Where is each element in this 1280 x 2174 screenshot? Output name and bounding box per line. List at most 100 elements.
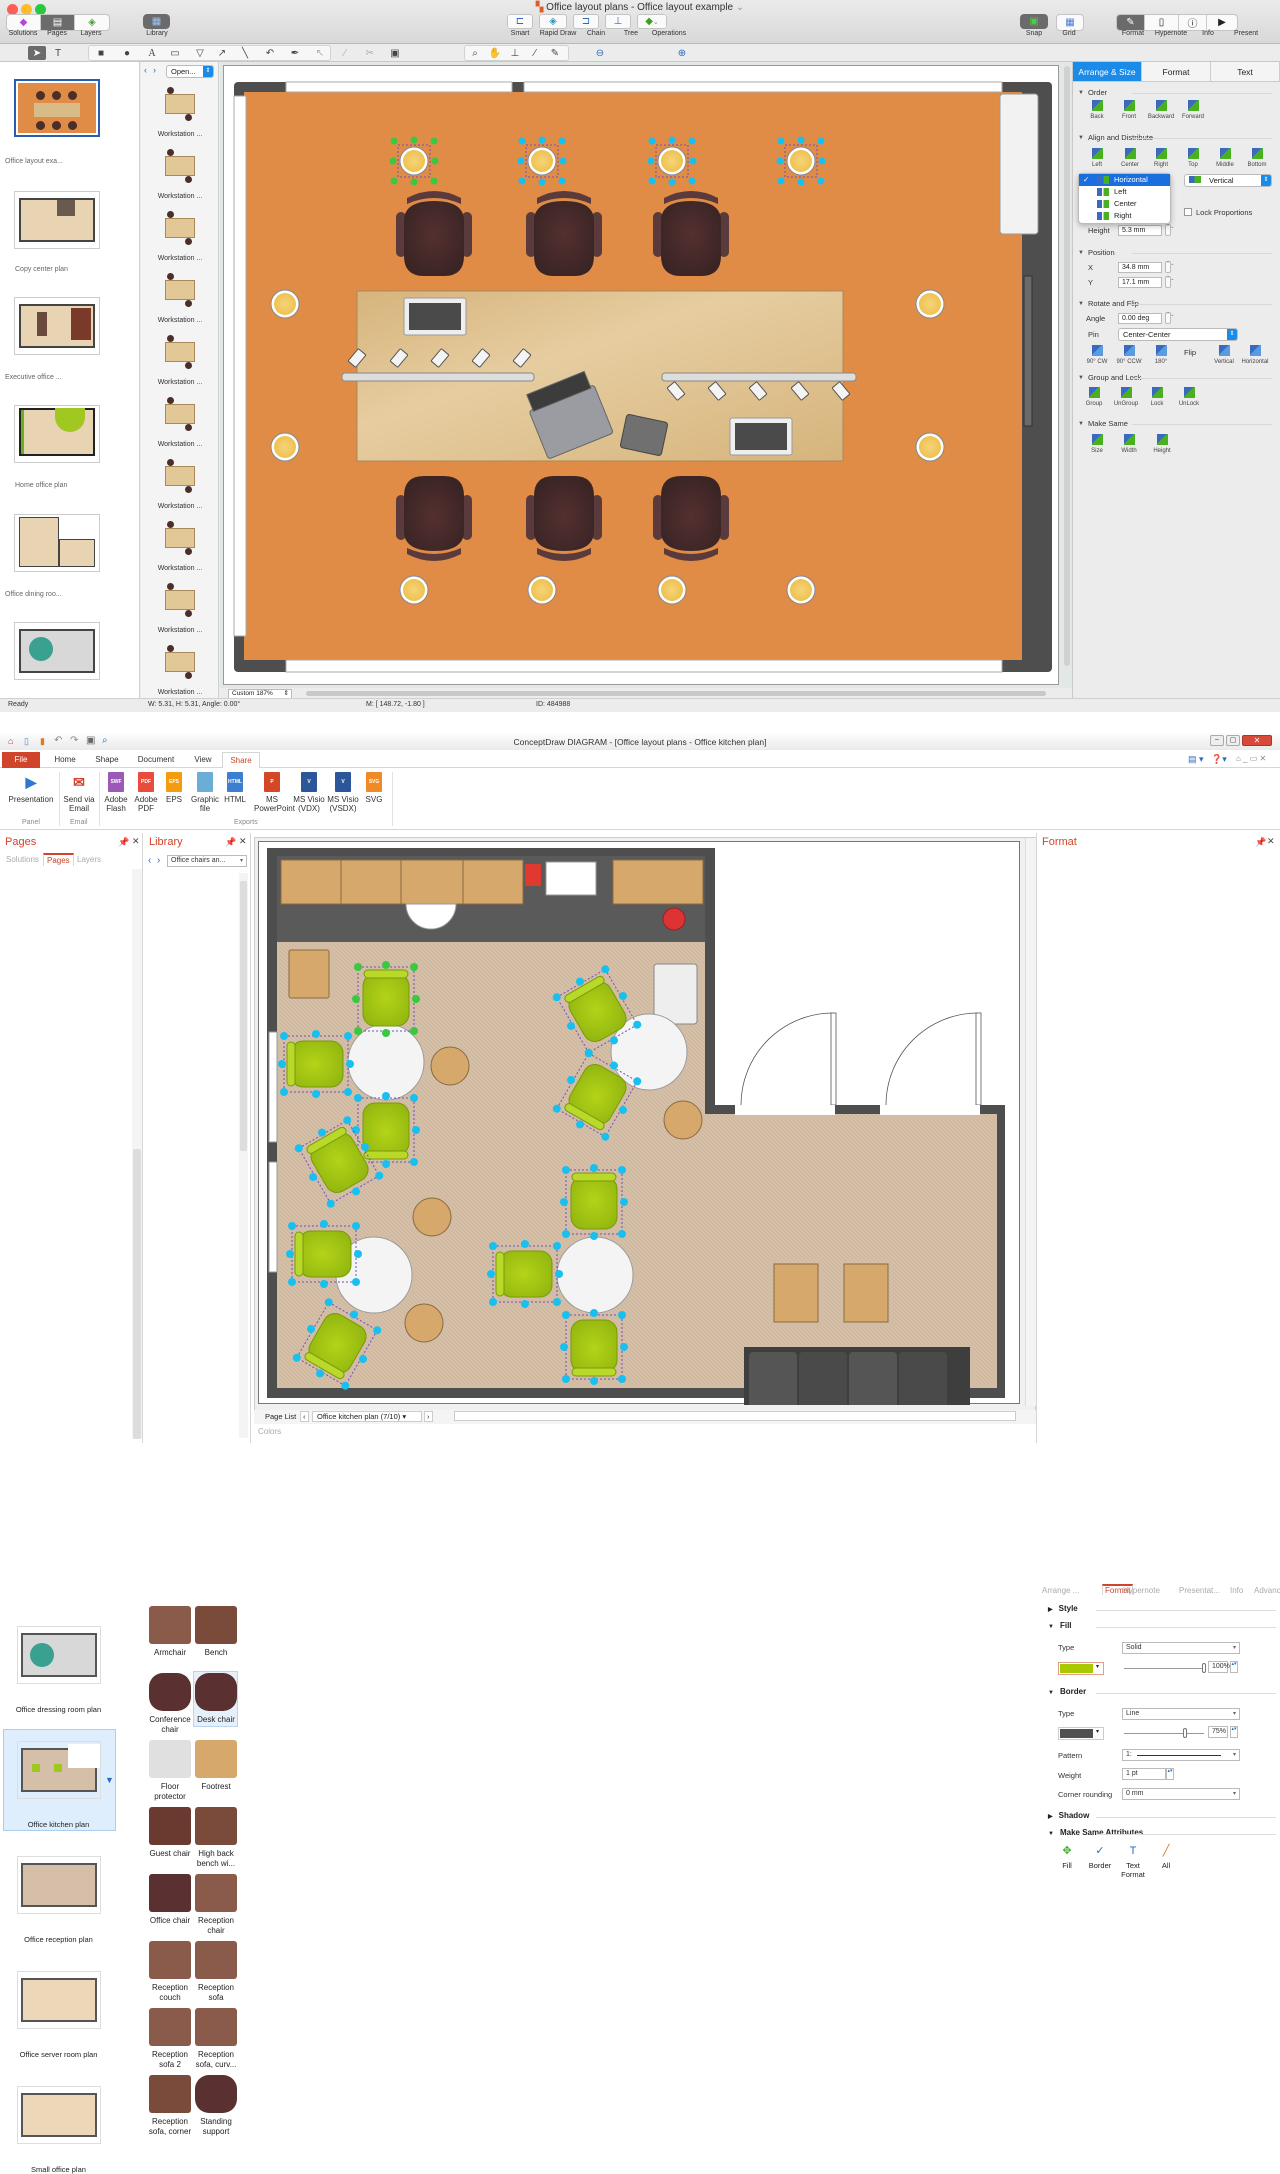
rectangle-tool[interactable]: ■ — [92, 46, 110, 60]
back-button[interactable]: Back — [1079, 100, 1115, 120]
reception-sofa-shape-icon[interactable] — [195, 1941, 237, 1979]
fill-type-select[interactable]: Solid ▾ — [1122, 1642, 1240, 1654]
rapid-draw-button[interactable]: ◈ — [539, 14, 567, 29]
selection-handle[interactable] — [312, 1030, 320, 1038]
selection-handle[interactable] — [389, 157, 397, 165]
hand-tool[interactable]: ✋ — [486, 46, 504, 60]
drawing-page[interactable] — [223, 65, 1059, 685]
format-painter-tool[interactable]: ✎ — [546, 46, 564, 60]
format-button[interactable]: ✎ — [1117, 15, 1145, 30]
selection-handle[interactable] — [555, 1270, 563, 1278]
arc-tool[interactable]: ↶ — [261, 46, 279, 60]
height-button[interactable]: Height — [1144, 434, 1180, 454]
workstation-shape-icon[interactable] — [159, 208, 201, 248]
y-input[interactable]: 17.1 mm — [1118, 277, 1162, 288]
tab-solutions[interactable]: Solutions — [6, 855, 39, 864]
selection-handle[interactable] — [430, 177, 438, 185]
workstation-shape-icon[interactable] — [159, 642, 201, 682]
selection-handle[interactable] — [559, 157, 567, 165]
page-thumbnail-dressing-room[interactable] — [14, 622, 100, 680]
y-stepper[interactable]: ⌃⌄ — [1165, 276, 1174, 288]
front-button[interactable]: Front — [1111, 100, 1147, 120]
export-ms-visio-vsdx--button[interactable]: V MS Visio (VSDX) — [326, 772, 360, 813]
selection-handle[interactable] — [668, 178, 676, 186]
width-button[interactable]: Width — [1111, 434, 1147, 454]
ceiling-lamp[interactable] — [270, 289, 300, 319]
solutions-button[interactable]: ◆ — [7, 15, 41, 30]
tab-file[interactable]: File — [2, 752, 40, 768]
section-order[interactable]: ▼ Order — [1078, 88, 1107, 97]
tab-format[interactable]: Format — [1142, 62, 1211, 81]
lock-button[interactable]: Lock — [1139, 387, 1175, 407]
library-scrollbar[interactable] — [239, 873, 248, 1438]
close-panel-icon[interactable]: ✕ — [239, 836, 247, 847]
selection-handle[interactable] — [320, 1280, 328, 1288]
arrow-tool[interactable]: ↗ — [213, 46, 231, 60]
selection-handle[interactable] — [410, 1094, 418, 1102]
office-chair[interactable] — [396, 476, 472, 561]
page-thumbnail-home-office[interactable] — [14, 405, 100, 463]
desk-chair-shape-icon[interactable] — [195, 1673, 237, 1711]
tab-view[interactable]: View — [188, 752, 218, 768]
library-forward-button[interactable]: › — [153, 65, 156, 75]
section-position[interactable]: ▼ Position — [1078, 248, 1115, 257]
selection-handle[interactable] — [354, 1250, 362, 1258]
page-thumbnail[interactable] — [17, 1856, 101, 1914]
selection-handle[interactable] — [352, 995, 360, 1003]
make-same-all-button[interactable]: ╱ All — [1151, 1846, 1181, 1871]
fill-opacity-slider-thumb[interactable] — [1202, 1663, 1206, 1673]
angle-stepper[interactable]: ⌃⌄ — [1165, 312, 1174, 324]
snap-button[interactable]: ▣ — [1020, 14, 1048, 29]
bench-shape-icon[interactable] — [195, 1606, 237, 1644]
chain-button[interactable]: ⊐ — [573, 14, 599, 29]
export-adobe-pdf-button[interactable]: PDF Adobe PDF — [132, 772, 160, 813]
library-dropdown[interactable]: Open... ⇕ — [166, 65, 214, 78]
export-ms-powerpoint-button[interactable]: P MS PowerPoint — [254, 772, 295, 813]
selection-handle[interactable] — [560, 1343, 568, 1351]
selection-handle[interactable] — [590, 1377, 598, 1385]
selection-handle[interactable] — [280, 1032, 288, 1040]
group-button[interactable]: Group — [1076, 387, 1112, 407]
selection-handle[interactable] — [382, 1160, 390, 1168]
90-cw-button[interactable]: 90° CW — [1079, 345, 1115, 365]
stamp-tool[interactable]: ⊥ — [506, 46, 524, 60]
workstation-shape-icon[interactable] — [159, 270, 201, 310]
mdi-controls[interactable]: ⌂ _ ▭ ✕ — [1236, 754, 1266, 763]
selection-handle[interactable] — [278, 1060, 286, 1068]
colors-bar[interactable]: Colors — [258, 1427, 281, 1436]
selection-handle[interactable] — [521, 1240, 529, 1248]
selection-handle[interactable] — [346, 1060, 354, 1068]
selection-handle[interactable] — [689, 157, 697, 165]
selection-handle[interactable] — [410, 136, 418, 144]
selection-handle[interactable] — [288, 1278, 296, 1286]
text-tool[interactable]: A — [143, 46, 161, 60]
insert-shape-tool[interactable]: ▣ — [386, 46, 404, 60]
selection-handle[interactable] — [352, 1222, 360, 1230]
operations-button[interactable]: ◆ ⌄ — [637, 14, 667, 29]
backward-button[interactable]: Backward — [1143, 100, 1179, 120]
add-point-tool[interactable]: ⁄ — [336, 46, 354, 60]
menu-item-right[interactable]: Right — [1079, 210, 1170, 222]
border-opacity-slider-thumb[interactable] — [1182, 1728, 1187, 1738]
tab-shape[interactable]: Shape — [90, 752, 124, 768]
export-adobe-flash-button[interactable]: SWF Adobe Flash — [102, 772, 130, 813]
workstation-shape-icon[interactable] — [159, 146, 201, 186]
section-style[interactable]: ▶ Style — [1048, 1604, 1078, 1613]
ceiling-lamp[interactable] — [786, 575, 816, 605]
page-thumbnail[interactable] — [17, 1741, 101, 1799]
selection-handle[interactable] — [489, 1242, 497, 1250]
office-chair-shape-icon[interactable] — [149, 1874, 191, 1912]
selection-handle[interactable] — [558, 177, 566, 185]
pin-select[interactable]: Center-Center ⇕ — [1118, 328, 1238, 341]
border-type-select[interactable]: Line ▾ — [1122, 1708, 1240, 1720]
workstation-shape-icon[interactable] — [159, 84, 201, 124]
ceiling-lamp[interactable] — [399, 575, 429, 605]
page-thumbnail[interactable] — [17, 1971, 101, 2029]
library-forward-button[interactable]: › — [157, 855, 160, 866]
selection-handle[interactable] — [382, 1029, 390, 1037]
fill-opacity-input[interactable]: 100% — [1208, 1661, 1230, 1673]
selection-handle[interactable] — [648, 137, 656, 145]
selection-handle[interactable] — [288, 1222, 296, 1230]
section-fill[interactable]: ▼ Fill — [1048, 1621, 1072, 1630]
bottom-button[interactable]: Bottom — [1239, 148, 1275, 168]
